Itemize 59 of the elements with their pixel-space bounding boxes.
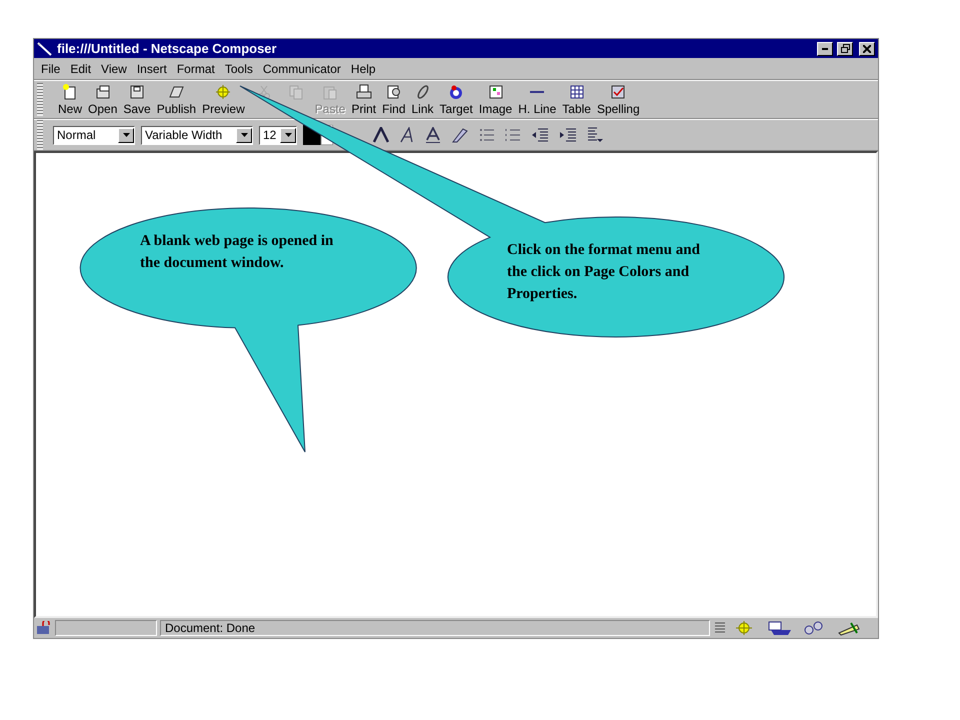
horizontal-line-icon <box>530 91 544 93</box>
toolbar-button[interactable]: New <box>55 83 86 116</box>
toolbar-button[interactable]: Find <box>379 83 408 116</box>
toolbar-button[interactable]: Print <box>348 83 380 116</box>
underlined-letter-icon[interactable] <box>425 127 441 143</box>
alignment-icon[interactable] <box>587 127 603 143</box>
toolbar-button[interactable]: Target <box>436 83 476 116</box>
menu-item[interactable]: View <box>96 62 132 76</box>
toolbar-grip[interactable] <box>37 83 43 116</box>
menu-item[interactable]: Help <box>346 62 381 76</box>
paragraph-style-dropdown[interactable]: Normal <box>53 126 135 144</box>
menu-item[interactable]: Edit <box>65 62 96 76</box>
status-text: Document: Done <box>160 620 710 636</box>
restore-icon <box>840 44 850 53</box>
toolbar-button[interactable]: Publish <box>154 83 200 116</box>
caret-icon <box>280 128 296 142</box>
bullet-list-icon[interactable] <box>479 128 495 142</box>
pen-on-paper-icon[interactable] <box>837 620 861 636</box>
toolbar-button[interactable]: H. Line <box>515 83 560 116</box>
menu-item[interactable]: Format <box>172 62 220 76</box>
menu-item[interactable]: Insert <box>132 62 172 76</box>
restore-button[interactable] <box>837 42 853 56</box>
close-icon <box>863 44 871 52</box>
menu-item[interactable]: File <box>36 62 66 76</box>
minimize-button[interactable] <box>817 42 833 56</box>
font-size-dropdown[interactable]: 12 <box>259 126 297 144</box>
padlock-icon <box>36 621 52 635</box>
caret-icon <box>236 128 252 142</box>
callout-text: Click on the format menu and the click on Page Colors and Properties. <box>507 241 701 304</box>
callout-text: A blank web page is opened in the document window. <box>140 232 334 273</box>
toolbar-button[interactable]: Save <box>120 83 154 116</box>
toolbar-button[interactable]: Image <box>476 83 516 116</box>
caret-icon <box>118 128 134 142</box>
copy-icon <box>286 83 305 101</box>
close-button[interactable] <box>859 42 875 56</box>
indent-icon[interactable] <box>559 128 577 142</box>
outdent-icon[interactable] <box>531 128 549 142</box>
toolbar-button[interactable]: Table <box>559 83 594 116</box>
spell-check-icon <box>609 83 628 101</box>
inbox-tray-icon[interactable] <box>767 620 793 636</box>
menu-item[interactable]: Communicator <box>258 62 346 76</box>
italic-letter-icon[interactable] <box>399 127 415 143</box>
quill-icon[interactable] <box>451 127 469 143</box>
toolbar-button[interactable]: Link <box>408 83 437 116</box>
minimize-icon <box>822 48 828 50</box>
toolbar-button[interactable]: Spelling <box>594 83 643 116</box>
find-icon <box>384 83 403 101</box>
printer-icon <box>354 83 373 101</box>
menu-item[interactable]: Tools <box>220 62 258 76</box>
image-icon <box>486 83 505 101</box>
table-icon <box>568 83 586 101</box>
open-icon <box>94 83 112 101</box>
toolbar-grip[interactable] <box>37 120 43 150</box>
toolbar-button[interactable]: Open <box>85 83 120 116</box>
font-dropdown[interactable]: Variable Width <box>141 126 253 144</box>
window-title: file:///Untitled - Netscape Composer <box>57 41 278 56</box>
numbered-list-icon[interactable] <box>505 128 521 142</box>
pen-icon <box>37 42 53 56</box>
page-lines-icon[interactable] <box>713 621 727 635</box>
